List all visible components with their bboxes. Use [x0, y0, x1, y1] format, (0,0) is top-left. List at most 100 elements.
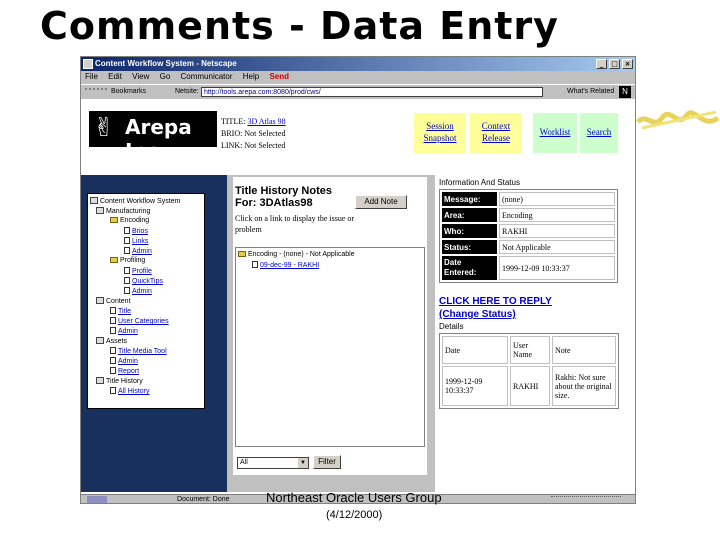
- details-table: Date User Name Note 1999-12-09 10:33:37 …: [439, 333, 619, 409]
- document-icon: [124, 237, 130, 244]
- info-label-date: Date Entered:: [442, 256, 497, 280]
- document-icon: [124, 267, 130, 274]
- tree-content[interactable]: Content: [96, 297, 131, 305]
- slide-title: Comments - Data Entry: [40, 4, 559, 48]
- issue-folder[interactable]: Encoding - (none) - Not Applicable: [238, 251, 355, 258]
- navigation-tree: Content Workflow System Manufacturing En…: [87, 193, 205, 409]
- decorative-squiggle-icon: [636, 110, 720, 130]
- folder-open-icon: [110, 257, 118, 263]
- tree-links[interactable]: Links: [124, 237, 148, 245]
- security-icon[interactable]: [87, 496, 107, 503]
- node-icon: [96, 337, 104, 344]
- filter-select[interactable]: All ▼: [237, 457, 309, 469]
- menu-view[interactable]: View: [132, 72, 149, 81]
- issue-entry-link[interactable]: 09-dec-99 - RAKHI: [252, 261, 319, 269]
- node-icon: [96, 377, 104, 384]
- history-frame: Title History Notes For: 3DAtlas98 Add N…: [233, 177, 427, 475]
- menu-go[interactable]: Go: [160, 72, 171, 81]
- menu-bar: File Edit View Go Communicator Help Send: [81, 71, 635, 83]
- maximize-icon[interactable]: □: [609, 59, 620, 69]
- navigation-panel: Content Workflow System Manufacturing En…: [81, 175, 227, 492]
- history-heading: Title History Notes For: 3DAtlas98: [235, 185, 332, 209]
- info-label-status: Status:: [442, 240, 497, 254]
- context-release-button[interactable]: Context Release: [470, 113, 522, 153]
- document-icon: [110, 367, 116, 374]
- worklist-button[interactable]: Worklist: [533, 113, 577, 153]
- tree-content-admin[interactable]: Admin: [110, 327, 138, 335]
- details-header-note: Note: [552, 336, 616, 364]
- tree-profiling-admin[interactable]: Admin: [124, 287, 152, 295]
- folder-open-icon: [110, 217, 118, 223]
- info-label-who: Who:: [442, 224, 497, 238]
- menu-edit[interactable]: Edit: [108, 72, 122, 81]
- computer-icon: [90, 197, 98, 204]
- chevron-down-icon[interactable]: ▼: [298, 458, 308, 468]
- tree-title[interactable]: Title: [110, 307, 131, 315]
- document-icon: [124, 287, 130, 294]
- tree-all-history[interactable]: All History: [110, 387, 150, 395]
- tree-profile[interactable]: Profile: [124, 267, 152, 275]
- window-titlebar[interactable]: Content Workflow System - Netscape _ □ ×: [81, 57, 635, 71]
- logo-text: Arepa Inc.: [125, 115, 192, 163]
- footer-date: (4/12/2000): [326, 509, 383, 521]
- issue-list: Encoding - (none) - Not Applicable 09-de…: [235, 247, 425, 447]
- info-panel: Information And Status Message: (none) Ar…: [433, 175, 635, 492]
- tree-encoding[interactable]: Encoding: [110, 217, 149, 224]
- info-label-message: Message:: [442, 192, 497, 206]
- history-panel: Title History Notes For: 3DAtlas98 Add N…: [227, 175, 433, 492]
- document-icon: [110, 317, 116, 324]
- whats-related-button[interactable]: What's Related: [567, 88, 614, 95]
- document-icon: [124, 277, 130, 284]
- info-table: Message: (none) Area: Encoding Who: RAKHI S…: [439, 189, 618, 283]
- document-icon: [110, 347, 116, 354]
- tree-profiling[interactable]: Profiling: [110, 257, 145, 264]
- window-title: Content Workflow System - Netscape: [95, 59, 237, 68]
- info-label-area: Area:: [442, 208, 497, 222]
- menu-send[interactable]: Send: [269, 72, 289, 81]
- search-button[interactable]: Search: [580, 113, 618, 153]
- component-bar-icon[interactable]: [551, 496, 621, 503]
- tree-manufacturing[interactable]: Manufacturing: [96, 207, 150, 215]
- title-meta-link[interactable]: 3D Atlas 98: [247, 117, 285, 126]
- tree-encoding-admin[interactable]: Admin: [124, 247, 152, 255]
- brio-meta-label: BRIO:: [221, 129, 243, 138]
- tree-brios[interactable]: Brios: [124, 227, 148, 235]
- tree-title-media-tool[interactable]: Title Media Tool: [110, 347, 167, 355]
- info-title: Information And Status: [439, 178, 520, 187]
- add-note-button[interactable]: Add Note: [355, 195, 407, 209]
- filter-button[interactable]: Filter: [313, 455, 341, 469]
- details-cell-date: 1999-12-09 10:33:37: [442, 366, 508, 406]
- document-icon: [110, 327, 116, 334]
- history-title-name: 3DAtlas98: [259, 197, 313, 209]
- tree-report[interactable]: Report: [110, 367, 139, 375]
- netscape-logo-icon: N: [619, 86, 631, 98]
- page-header: ✌ Arepa Inc. TITLE: 3D Atlas 98 BRIO: No…: [81, 99, 635, 163]
- location-toolbar: Bookmarks Netsite: http://tools.arepa.co…: [81, 84, 635, 98]
- document-icon: [124, 227, 130, 234]
- menu-file[interactable]: File: [85, 72, 98, 81]
- info-value-status: Not Applicable: [499, 240, 615, 254]
- session-snapshot-button[interactable]: Session Snapshot: [414, 113, 466, 153]
- toolbar-grip-icon[interactable]: [85, 88, 107, 94]
- tree-root[interactable]: Content Workflow System: [90, 197, 180, 205]
- tree-title-history[interactable]: Title History: [96, 377, 143, 385]
- minimize-icon[interactable]: _: [596, 59, 607, 69]
- menu-help[interactable]: Help: [243, 72, 259, 81]
- details-header-date: Date: [442, 336, 508, 364]
- document-icon: [110, 307, 116, 314]
- details-title: Details: [439, 322, 464, 331]
- tree-assets-admin[interactable]: Admin: [110, 357, 138, 365]
- reply-link[interactable]: CLICK HERE TO REPLY (Change Status): [439, 295, 552, 321]
- arepa-logo: ✌ Arepa Inc.: [89, 111, 217, 163]
- tree-quicktips[interactable]: QuickTips: [124, 277, 163, 285]
- info-value-message: (none): [499, 192, 615, 206]
- tree-user-categories[interactable]: User Categories: [110, 317, 169, 325]
- tree-assets[interactable]: Assets: [96, 337, 127, 345]
- status-text: Document: Done: [177, 496, 230, 503]
- menu-communicator[interactable]: Communicator: [181, 72, 233, 81]
- close-icon[interactable]: ×: [622, 59, 633, 69]
- document-icon: [110, 387, 116, 394]
- bookmarks-button[interactable]: Bookmarks: [111, 88, 146, 95]
- url-field[interactable]: http://tools.arepa.com:8080/prod/cws/: [201, 87, 543, 97]
- info-value-area: Encoding: [499, 208, 615, 222]
